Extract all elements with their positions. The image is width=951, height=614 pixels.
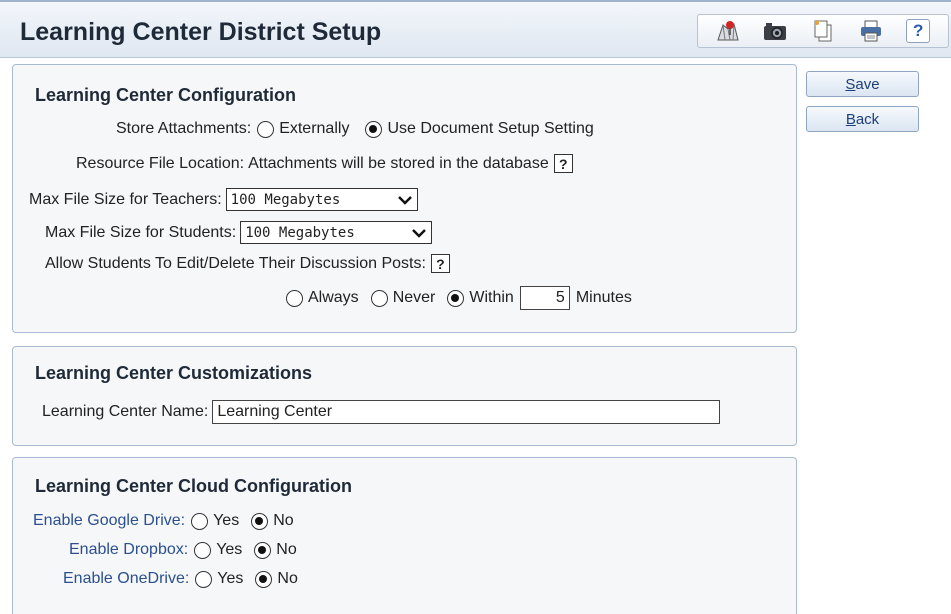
resource-location-label: Resource File Location: bbox=[76, 154, 245, 172]
camera-icon[interactable] bbox=[760, 17, 790, 45]
within-minutes-input[interactable]: 5 bbox=[519, 286, 570, 310]
chevron-down-icon bbox=[412, 228, 427, 238]
resource-location-row: Resource File Location: Attachments will… bbox=[76, 154, 573, 173]
store-attachments-label: Store Attachments: bbox=[116, 120, 252, 137]
print-icon[interactable] bbox=[856, 17, 886, 45]
max-teachers-label: Max File Size for Teachers: bbox=[29, 190, 222, 208]
chevron-down-icon bbox=[397, 195, 412, 205]
allow-within-radio[interactable] bbox=[447, 289, 465, 307]
customizations-panel: Learning Center Customizations Learning … bbox=[12, 346, 797, 446]
map-pin-icon[interactable] bbox=[713, 17, 743, 45]
help-icon[interactable]: ? bbox=[903, 17, 933, 45]
configuration-panel: Learning Center Configuration Store Atta… bbox=[12, 64, 797, 333]
google-drive-label: Enable Google Drive: bbox=[33, 512, 186, 529]
page-header: Learning Center District Setup ? bbox=[0, 2, 951, 58]
allow-edit-row: Allow Students To Edit/Delete Their Disc… bbox=[45, 254, 450, 273]
max-teachers-row: Max File Size for Teachers: 100 Megabyte… bbox=[29, 188, 418, 211]
onedrive-yes-radio[interactable] bbox=[195, 570, 213, 588]
onedrive-row: Enable OneDrive: Yes No bbox=[63, 570, 298, 588]
onedrive-no-label: No bbox=[277, 570, 298, 587]
center-name-row: Learning Center Name: Learning Center bbox=[42, 400, 721, 424]
dropbox-yes-label: Yes bbox=[216, 541, 243, 558]
allow-edit-options-row: Always Never Within 5 Minutes bbox=[280, 286, 632, 310]
back-button[interactable]: Back bbox=[806, 106, 919, 132]
store-external-radio[interactable] bbox=[257, 120, 275, 138]
allow-within-label: Within bbox=[469, 289, 514, 306]
allow-never-radio[interactable] bbox=[370, 289, 388, 307]
store-attachments-row: Store Attachments: Externally Use Docume… bbox=[116, 120, 594, 138]
max-students-label: Max File Size for Students: bbox=[45, 223, 237, 241]
allow-edit-help-icon[interactable]: ? bbox=[430, 254, 450, 273]
minutes-label: Minutes bbox=[575, 289, 632, 306]
dropbox-no-radio[interactable] bbox=[254, 541, 272, 559]
page-title: Learning Center District Setup bbox=[20, 18, 382, 46]
center-name-label: Learning Center Name: bbox=[42, 403, 209, 420]
cloud-title: Learning Center Cloud Configuration bbox=[35, 476, 352, 496]
onedrive-no-radio[interactable] bbox=[255, 570, 273, 588]
center-name-input[interactable]: Learning Center bbox=[212, 400, 721, 424]
allow-always-label: Always bbox=[308, 289, 359, 306]
allow-never-label: Never bbox=[392, 289, 436, 306]
max-students-select[interactable]: 100 Megabytes bbox=[240, 221, 433, 244]
google-no-label: No bbox=[273, 512, 294, 529]
google-yes-label: Yes bbox=[213, 512, 240, 529]
onedrive-label: Enable OneDrive: bbox=[63, 570, 190, 587]
dropbox-row: Enable Dropbox: Yes No bbox=[69, 541, 297, 559]
allow-always-radio[interactable] bbox=[286, 289, 303, 307]
max-students-row: Max File Size for Students: 100 Megabyte… bbox=[45, 221, 433, 244]
customizations-title: Learning Center Customizations bbox=[35, 363, 313, 383]
cloud-panel: Learning Center Cloud Configuration Enab… bbox=[12, 457, 797, 614]
google-no-radio[interactable] bbox=[251, 512, 269, 530]
toolbar: ? bbox=[697, 14, 949, 48]
copy-icon[interactable] bbox=[808, 17, 838, 45]
resource-location-value: Attachments will be stored in the databa… bbox=[248, 154, 549, 172]
google-drive-row: Enable Google Drive: Yes No bbox=[33, 512, 294, 530]
save-button[interactable]: Save bbox=[806, 71, 919, 97]
store-document-radio[interactable] bbox=[365, 120, 383, 138]
configuration-title: Learning Center Configuration bbox=[35, 85, 296, 105]
store-document-label: Use Document Setup Setting bbox=[387, 120, 594, 137]
onedrive-yes-label: Yes bbox=[217, 570, 244, 587]
dropbox-label: Enable Dropbox: bbox=[69, 541, 189, 558]
max-teachers-select[interactable]: 100 Megabytes bbox=[225, 188, 418, 211]
dropbox-no-label: No bbox=[276, 541, 297, 558]
allow-edit-label: Allow Students To Edit/Delete Their Disc… bbox=[45, 254, 426, 272]
resource-help-icon[interactable]: ? bbox=[553, 154, 573, 173]
dropbox-yes-radio[interactable] bbox=[194, 541, 212, 559]
google-yes-radio[interactable] bbox=[191, 512, 209, 530]
store-external-label: Externally bbox=[279, 120, 350, 137]
